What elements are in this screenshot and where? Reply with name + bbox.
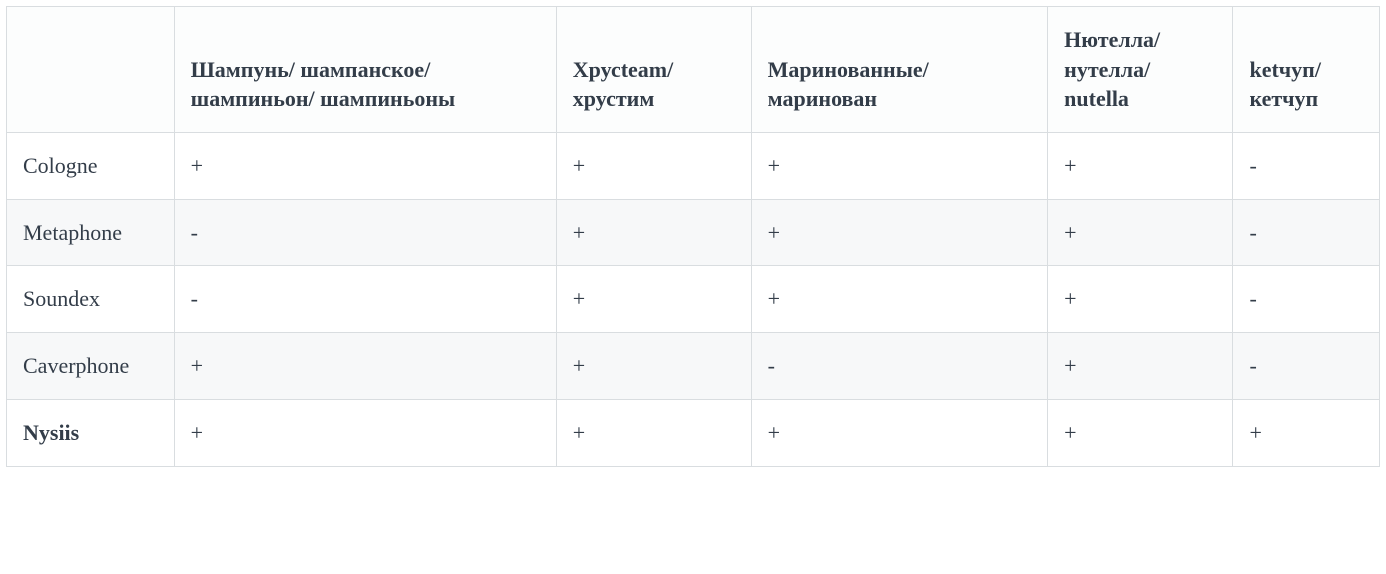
cell: + bbox=[556, 199, 751, 266]
comparison-table: Шампунь/ шампанское/ шампиньон/ шампиньо… bbox=[6, 6, 1380, 467]
cell: - bbox=[1233, 333, 1380, 400]
cell: + bbox=[1048, 199, 1233, 266]
cell: + bbox=[174, 399, 556, 466]
cell: + bbox=[751, 399, 1047, 466]
table-body: Cologne++++-Metaphone-+++-Soundex-+++-Ca… bbox=[7, 133, 1380, 466]
cell: + bbox=[1233, 399, 1380, 466]
cell: + bbox=[556, 333, 751, 400]
table-row: Soundex-+++- bbox=[7, 266, 1380, 333]
cell: - bbox=[174, 199, 556, 266]
col-header-empty bbox=[7, 7, 175, 133]
row-label: Cologne bbox=[7, 133, 175, 200]
table-row: Cologne++++- bbox=[7, 133, 1380, 200]
cell: + bbox=[1048, 266, 1233, 333]
row-label: Metaphone bbox=[7, 199, 175, 266]
cell: + bbox=[1048, 399, 1233, 466]
cell: - bbox=[1233, 266, 1380, 333]
cell: + bbox=[1048, 133, 1233, 200]
cell: + bbox=[751, 133, 1047, 200]
table-row: Nysiis+++++ bbox=[7, 399, 1380, 466]
row-label: Nysiis bbox=[7, 399, 175, 466]
col-header-2: Хрусteam/ хрустим bbox=[556, 7, 751, 133]
col-header-1: Шампунь/ шампанское/ шампиньон/ шампиньо… bbox=[174, 7, 556, 133]
row-label: Caverphone bbox=[7, 333, 175, 400]
col-header-4: Нютелла/ нутелла/ nutella bbox=[1048, 7, 1233, 133]
cell: - bbox=[174, 266, 556, 333]
row-label: Soundex bbox=[7, 266, 175, 333]
table-row: Caverphone++-+- bbox=[7, 333, 1380, 400]
cell: + bbox=[751, 199, 1047, 266]
cell: + bbox=[556, 133, 751, 200]
cell: + bbox=[174, 333, 556, 400]
cell: - bbox=[1233, 133, 1380, 200]
cell: + bbox=[1048, 333, 1233, 400]
cell: - bbox=[751, 333, 1047, 400]
cell: + bbox=[556, 266, 751, 333]
table-row: Metaphone-+++- bbox=[7, 199, 1380, 266]
col-header-3: Маринованные/ маринован bbox=[751, 7, 1047, 133]
table-header: Шампунь/ шампанское/ шампиньон/ шампиньо… bbox=[7, 7, 1380, 133]
col-header-5: ketчуп/ кетчуп bbox=[1233, 7, 1380, 133]
cell: + bbox=[751, 266, 1047, 333]
cell: + bbox=[174, 133, 556, 200]
cell: + bbox=[556, 399, 751, 466]
cell: - bbox=[1233, 199, 1380, 266]
